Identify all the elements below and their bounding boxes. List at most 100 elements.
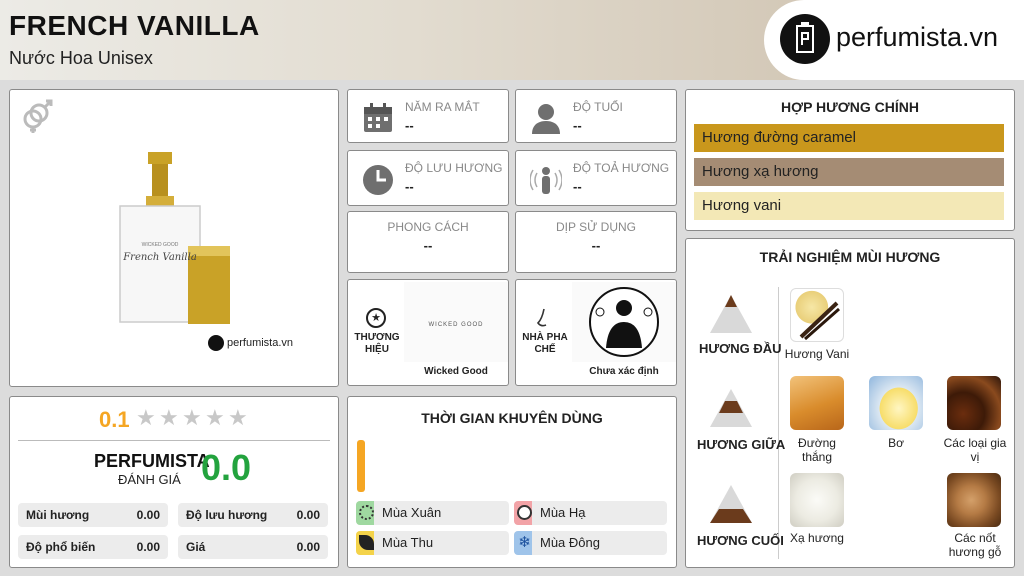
age-value: -- [573, 118, 582, 133]
gender-unisex-icon [18, 98, 54, 134]
stat-popularity-value: 0.00 [136, 540, 160, 554]
brand-logo[interactable]: perfumista.vn [764, 0, 1024, 80]
season-autumn: Mùa Thu [356, 531, 509, 555]
star-icon[interactable]: ★ [205, 407, 225, 429]
watermark: perfumista.vn [208, 335, 293, 351]
style-card: PHONG CÁCH -- [347, 211, 509, 273]
star-icon[interactable]: ★ [228, 407, 248, 429]
bottle-brand-text: WICKED GOOD [141, 242, 179, 248]
occasion-label: DỊP SỬ DỤNG [555, 220, 637, 234]
calendar-icon [362, 102, 394, 134]
bottle-script-text: French Vanilla [123, 252, 197, 263]
age-label: ĐỘ TUỔI [573, 100, 623, 114]
middle-notes-pyramid-icon [710, 389, 752, 427]
flower-icon [359, 505, 374, 520]
season-autumn-label: Mùa Thu [382, 535, 434, 550]
sillage-card: ĐỘ TOẢ HƯƠNG -- [515, 150, 677, 206]
season-spring: Mùa Xuân [356, 501, 509, 525]
season-winter-label: Mùa Đông [540, 535, 600, 550]
note-musk: Xạ hương [790, 531, 844, 545]
star-badge-icon: ★ [366, 308, 386, 328]
accords-card: HỢP HƯƠNG CHÍNH Hương đường caramel Hương… [685, 89, 1015, 231]
perfumer-name[interactable]: Chưa xác định [572, 366, 676, 377]
base-notes-pyramid-icon [710, 485, 752, 523]
stat-scent-value: 0.00 [136, 508, 160, 522]
vanilla-note-image [790, 288, 844, 342]
brand-card[interactable]: ★ THƯƠNG HIỆU WICKED GOOD Wicked Good [347, 279, 509, 386]
logo-text: perfumista.vn [836, 22, 999, 52]
stat-scent-label: Mùi hương [26, 508, 90, 522]
recommended-time-card: THỜI GIAN KHUYÊN DÙNG Mùa Xuân Mùa Hạ Mù… [347, 396, 677, 568]
rating-divider [18, 440, 330, 441]
season-winter: ❄ Mùa Đông [514, 531, 667, 555]
accord-chip: Hương xạ hương [694, 158, 1004, 186]
musk-note-image [790, 473, 844, 527]
notes-card: TRẢI NGHIỆM MÙI HƯƠNG HƯƠNG ĐẦU Hương Va… [685, 238, 1015, 568]
release-year-card: NĂM RA MẮT -- [347, 89, 509, 143]
season-spring-label: Mùa Xuân [382, 505, 442, 520]
sun-icon [517, 505, 532, 520]
season-summer-label: Mùa Hạ [540, 505, 586, 520]
occasion-value: -- [591, 238, 601, 253]
time-indicator-bar [357, 440, 365, 492]
note-vanilla: Hương Vani [784, 347, 850, 361]
perfume-bottle-icon [780, 14, 830, 64]
caramel-note-image [790, 376, 844, 430]
note-caramel: Đường thắng [798, 436, 836, 464]
perfume-bottle-image: WICKED GOOD French Vanilla [118, 150, 238, 330]
star-icon[interactable]: ★ [159, 407, 179, 429]
stat-popularity: Độ phổ biến 0.00 [18, 535, 168, 559]
note-butter: Bơ [888, 436, 904, 450]
brand-label: THƯƠNG HIỆU [354, 332, 400, 355]
rating-brand: PERFUMISTA [94, 451, 210, 471]
spices-note-image [947, 376, 1001, 430]
snowflake-icon: ❄ [518, 534, 531, 551]
longevity-card: ĐỘ LƯU HƯƠNG -- [347, 150, 509, 206]
recommended-time-title: THỜI GIAN KHUYÊN DÙNG [421, 410, 603, 426]
release-year-value: -- [405, 118, 414, 133]
top-notes-label: HƯƠNG ĐẦU [699, 341, 782, 356]
stat-price-value: 0.00 [296, 540, 320, 554]
stat-scent: Mùi hương 0.00 [18, 503, 168, 527]
clock-icon [362, 164, 394, 196]
wood-note-image [947, 473, 1001, 527]
sillage-person-icon [529, 164, 563, 196]
star-icon[interactable]: ★ [136, 407, 156, 429]
occasion-card: DỊP SỬ DỤNG -- [515, 211, 677, 273]
stat-longevity-value: 0.00 [296, 508, 320, 522]
brand-name[interactable]: Wicked Good [404, 366, 508, 377]
rating-value: 0.0 [201, 447, 252, 488]
accords-title: HỢP HƯƠNG CHÍNH [781, 99, 919, 115]
person-icon [530, 102, 562, 134]
notes-divider [778, 287, 779, 559]
release-year-label: NĂM RA MẮT [405, 100, 480, 114]
style-label: PHONG CÁCH [387, 220, 469, 234]
nose-icon [536, 308, 554, 330]
top-notes-pyramid-icon [710, 295, 752, 333]
stat-longevity-label: Độ lưu hương [186, 508, 268, 522]
accord-chip: Hương vani [694, 192, 1004, 220]
stat-popularity-label: Độ phổ biến [26, 540, 96, 554]
perfumer-image [572, 282, 676, 362]
watermark-icon [208, 335, 224, 351]
product-image-card: WICKED GOOD French Vanilla perfumista.vn [9, 89, 339, 387]
stat-longevity: Độ lưu hương 0.00 [178, 503, 328, 527]
base-notes-label: HƯƠNG CUỐI [697, 533, 784, 548]
stat-price: Giá 0.00 [178, 535, 328, 559]
perfumer-card[interactable]: NHÀ PHA CHẾ Chưa xác định [515, 279, 677, 386]
accord-chip: Hương đường caramel [694, 124, 1004, 152]
brand-logo-text: WICKED GOOD [428, 322, 484, 328]
product-subtitle: Nước Hoa Unisex [9, 48, 153, 68]
sillage-value: -- [573, 179, 582, 194]
watermark-text: perfumista.vn [227, 336, 294, 349]
rating-card: 0.1 ★ ★ ★ ★ ★ PERFUMISTA ĐÁNH GIÁ 0.0 Mùi hư… [9, 396, 339, 568]
product-title: FRENCH VANILLA [9, 10, 260, 41]
longevity-value: -- [405, 179, 414, 194]
sillage-label: ĐỘ TOẢ HƯƠNG [573, 161, 670, 175]
season-summer: Mùa Hạ [514, 501, 667, 525]
star-icon[interactable]: ★ [182, 407, 202, 429]
rating-score: 0.1 [99, 407, 130, 432]
note-spices: Các loại gia vị [943, 436, 1007, 464]
header: FRENCH VANILLA Nước Hoa Unisex perfumist… [0, 0, 1024, 80]
note-woody: Các nốt hương gỗ [948, 531, 1002, 559]
